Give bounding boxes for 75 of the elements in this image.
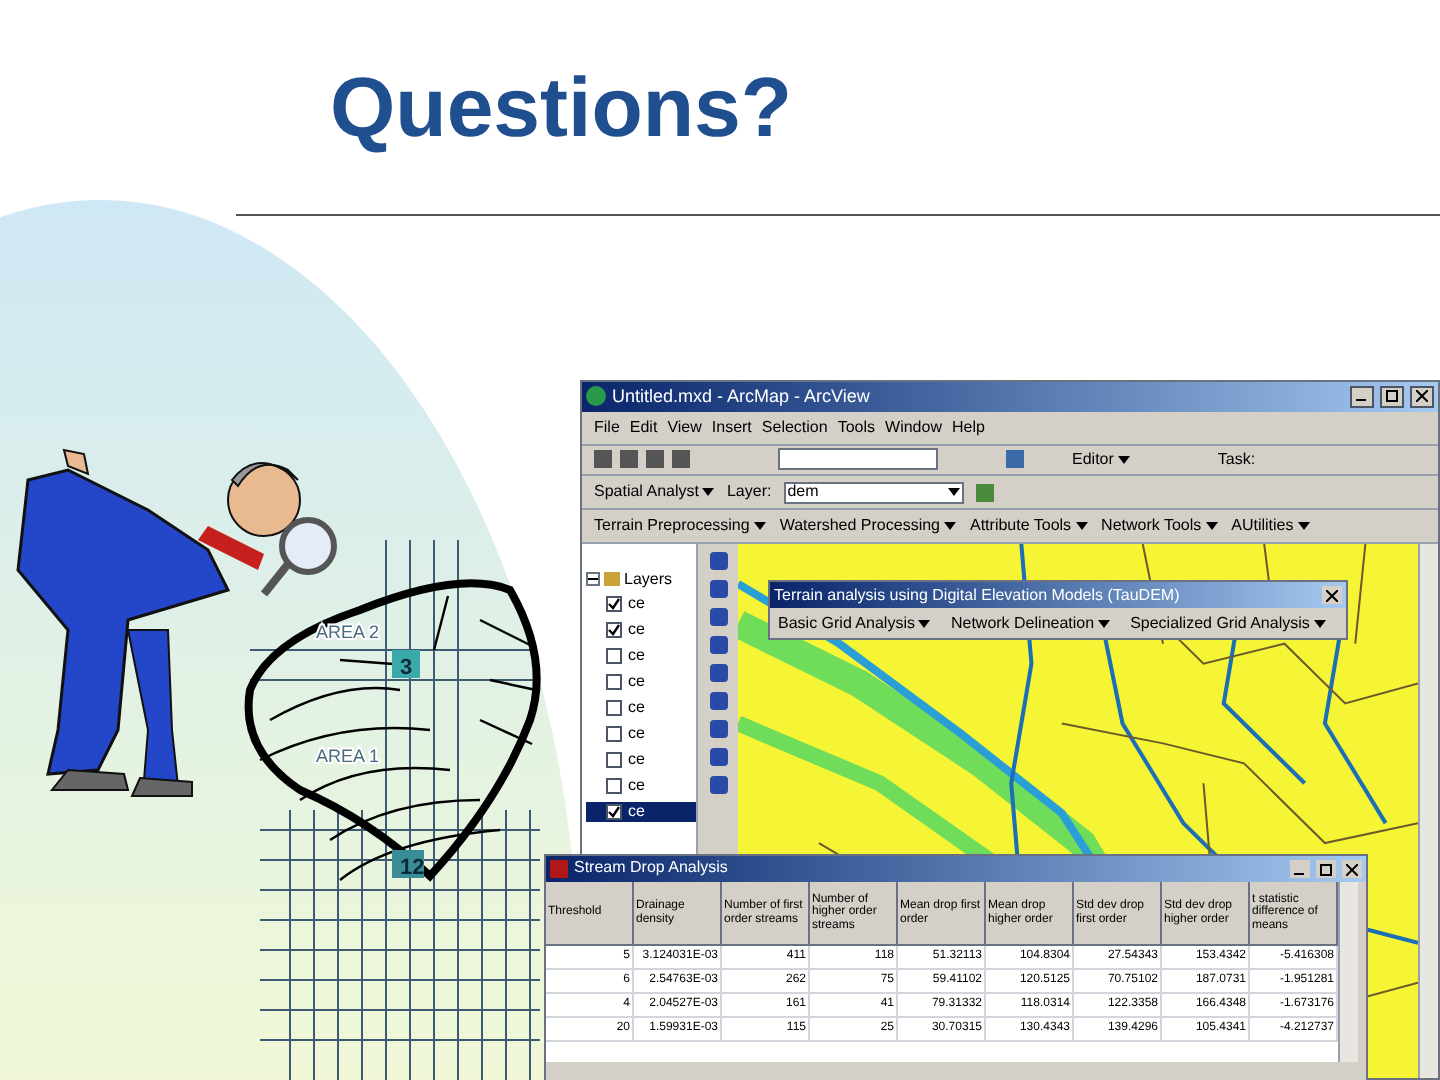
close-button[interactable] <box>1410 385 1434 408</box>
layer-row[interactable]: ce <box>586 723 696 744</box>
slide-title: Questions? <box>330 66 793 150</box>
layer-row[interactable]: ce <box>586 749 696 770</box>
window-title: Untitled.mxd - ArcMap - ArcView <box>612 387 872 406</box>
spatial-analyst-menu[interactable]: Spatial Analyst <box>594 484 715 501</box>
dropdown-caret-icon <box>1297 521 1310 530</box>
dropdown-caret-icon <box>1313 619 1326 627</box>
toolbar-menu[interactable]: Terrain Preprocessing <box>594 517 766 534</box>
layer-checkbox[interactable] <box>606 647 622 664</box>
menu-item[interactable]: Insert <box>711 419 752 436</box>
close-button[interactable] <box>1322 586 1342 604</box>
layer-row[interactable]: ce <box>586 775 696 796</box>
layer-row[interactable]: ce <box>586 619 696 640</box>
toc-root-label: Layers <box>624 571 673 588</box>
layer-row[interactable]: ce <box>586 645 696 666</box>
menu-item[interactable]: File <box>594 419 620 436</box>
dropdown-caret-icon <box>753 521 766 530</box>
scale-field[interactable] <box>778 448 938 471</box>
maximize-icon <box>1320 863 1332 875</box>
menu-item[interactable]: Tools <box>837 419 876 436</box>
toolbar-title: Terrain analysis using Digital Elevation Models (TauDEM) <box>774 587 1182 603</box>
layer-row[interactable]: ce <box>586 671 696 692</box>
layer-label: Layer: <box>726 484 772 501</box>
editor-menu[interactable]: Editor <box>1072 451 1130 468</box>
layer-checkbox[interactable] <box>606 621 622 638</box>
menu-item[interactable]: View <box>667 419 702 436</box>
vertical-scrollbar[interactable] <box>1418 543 1438 1079</box>
close-icon <box>1416 390 1428 403</box>
dropdown-caret-icon <box>944 521 956 530</box>
dropdown-caret-icon <box>1205 521 1218 530</box>
area-label: AREA 2 <box>316 622 380 642</box>
layer-checkbox[interactable] <box>606 699 622 716</box>
minimize-button[interactable] <box>1350 385 1374 408</box>
layer-checkbox[interactable] <box>606 673 622 690</box>
toolbar-menu[interactable]: Attribute Tools <box>970 517 1088 534</box>
menu-item[interactable]: Help <box>951 419 985 436</box>
dropdown-caret-icon <box>702 488 715 497</box>
maximize-icon <box>1386 390 1398 403</box>
layer-checkbox[interactable] <box>606 751 622 768</box>
dropdown-caret-icon <box>1098 619 1111 627</box>
layer-checkbox[interactable] <box>606 803 622 820</box>
dropdown-caret-icon <box>1075 521 1088 530</box>
toolbar-menu[interactable]: AUtilities <box>1231 517 1310 534</box>
cell-number-label: 3 <box>400 656 413 680</box>
vertical-scrollbar[interactable] <box>1338 882 1358 1062</box>
toolbar-menu[interactable]: Network Delineation <box>950 615 1111 631</box>
maximize-button[interactable] <box>1380 385 1404 408</box>
minimize-button[interactable] <box>1290 860 1310 878</box>
maximize-button[interactable] <box>1316 860 1336 878</box>
close-button[interactable] <box>1342 860 1362 878</box>
cell-number-label: 12 <box>400 856 425 880</box>
dropdown-caret-icon <box>1117 455 1130 464</box>
toolbar-menu[interactable]: Network Tools <box>1101 517 1218 534</box>
menu-item[interactable]: Edit <box>629 419 658 436</box>
window-title: Stream Drop Analysis <box>574 860 730 878</box>
expand-toggle[interactable] <box>586 572 600 587</box>
toolbar-menu[interactable]: Basic Grid Analysis <box>778 615 931 631</box>
dropdown-caret-icon <box>947 488 960 497</box>
app-icon <box>550 860 568 878</box>
layer-checkbox[interactable] <box>606 777 622 794</box>
layer-row[interactable]: ce <box>586 593 696 614</box>
task-label: Task: <box>1217 451 1256 468</box>
layer-row[interactable]: ce <box>586 801 696 822</box>
area-label: AREA 1 <box>316 746 380 766</box>
menu-item[interactable]: Selection <box>761 419 828 436</box>
layer-select[interactable]: dem <box>783 481 964 504</box>
layer-row[interactable]: ce <box>586 697 696 718</box>
toolbar-menu[interactable]: Specialized Grid Analysis <box>1130 615 1326 631</box>
close-icon <box>1346 863 1358 875</box>
layer-checkbox[interactable] <box>606 725 622 742</box>
toolbar-menu[interactable]: Watershed Processing <box>779 517 956 534</box>
dropdown-caret-icon <box>918 619 931 627</box>
layer-checkbox[interactable] <box>606 595 622 612</box>
menu-item[interactable]: Window <box>885 419 942 436</box>
